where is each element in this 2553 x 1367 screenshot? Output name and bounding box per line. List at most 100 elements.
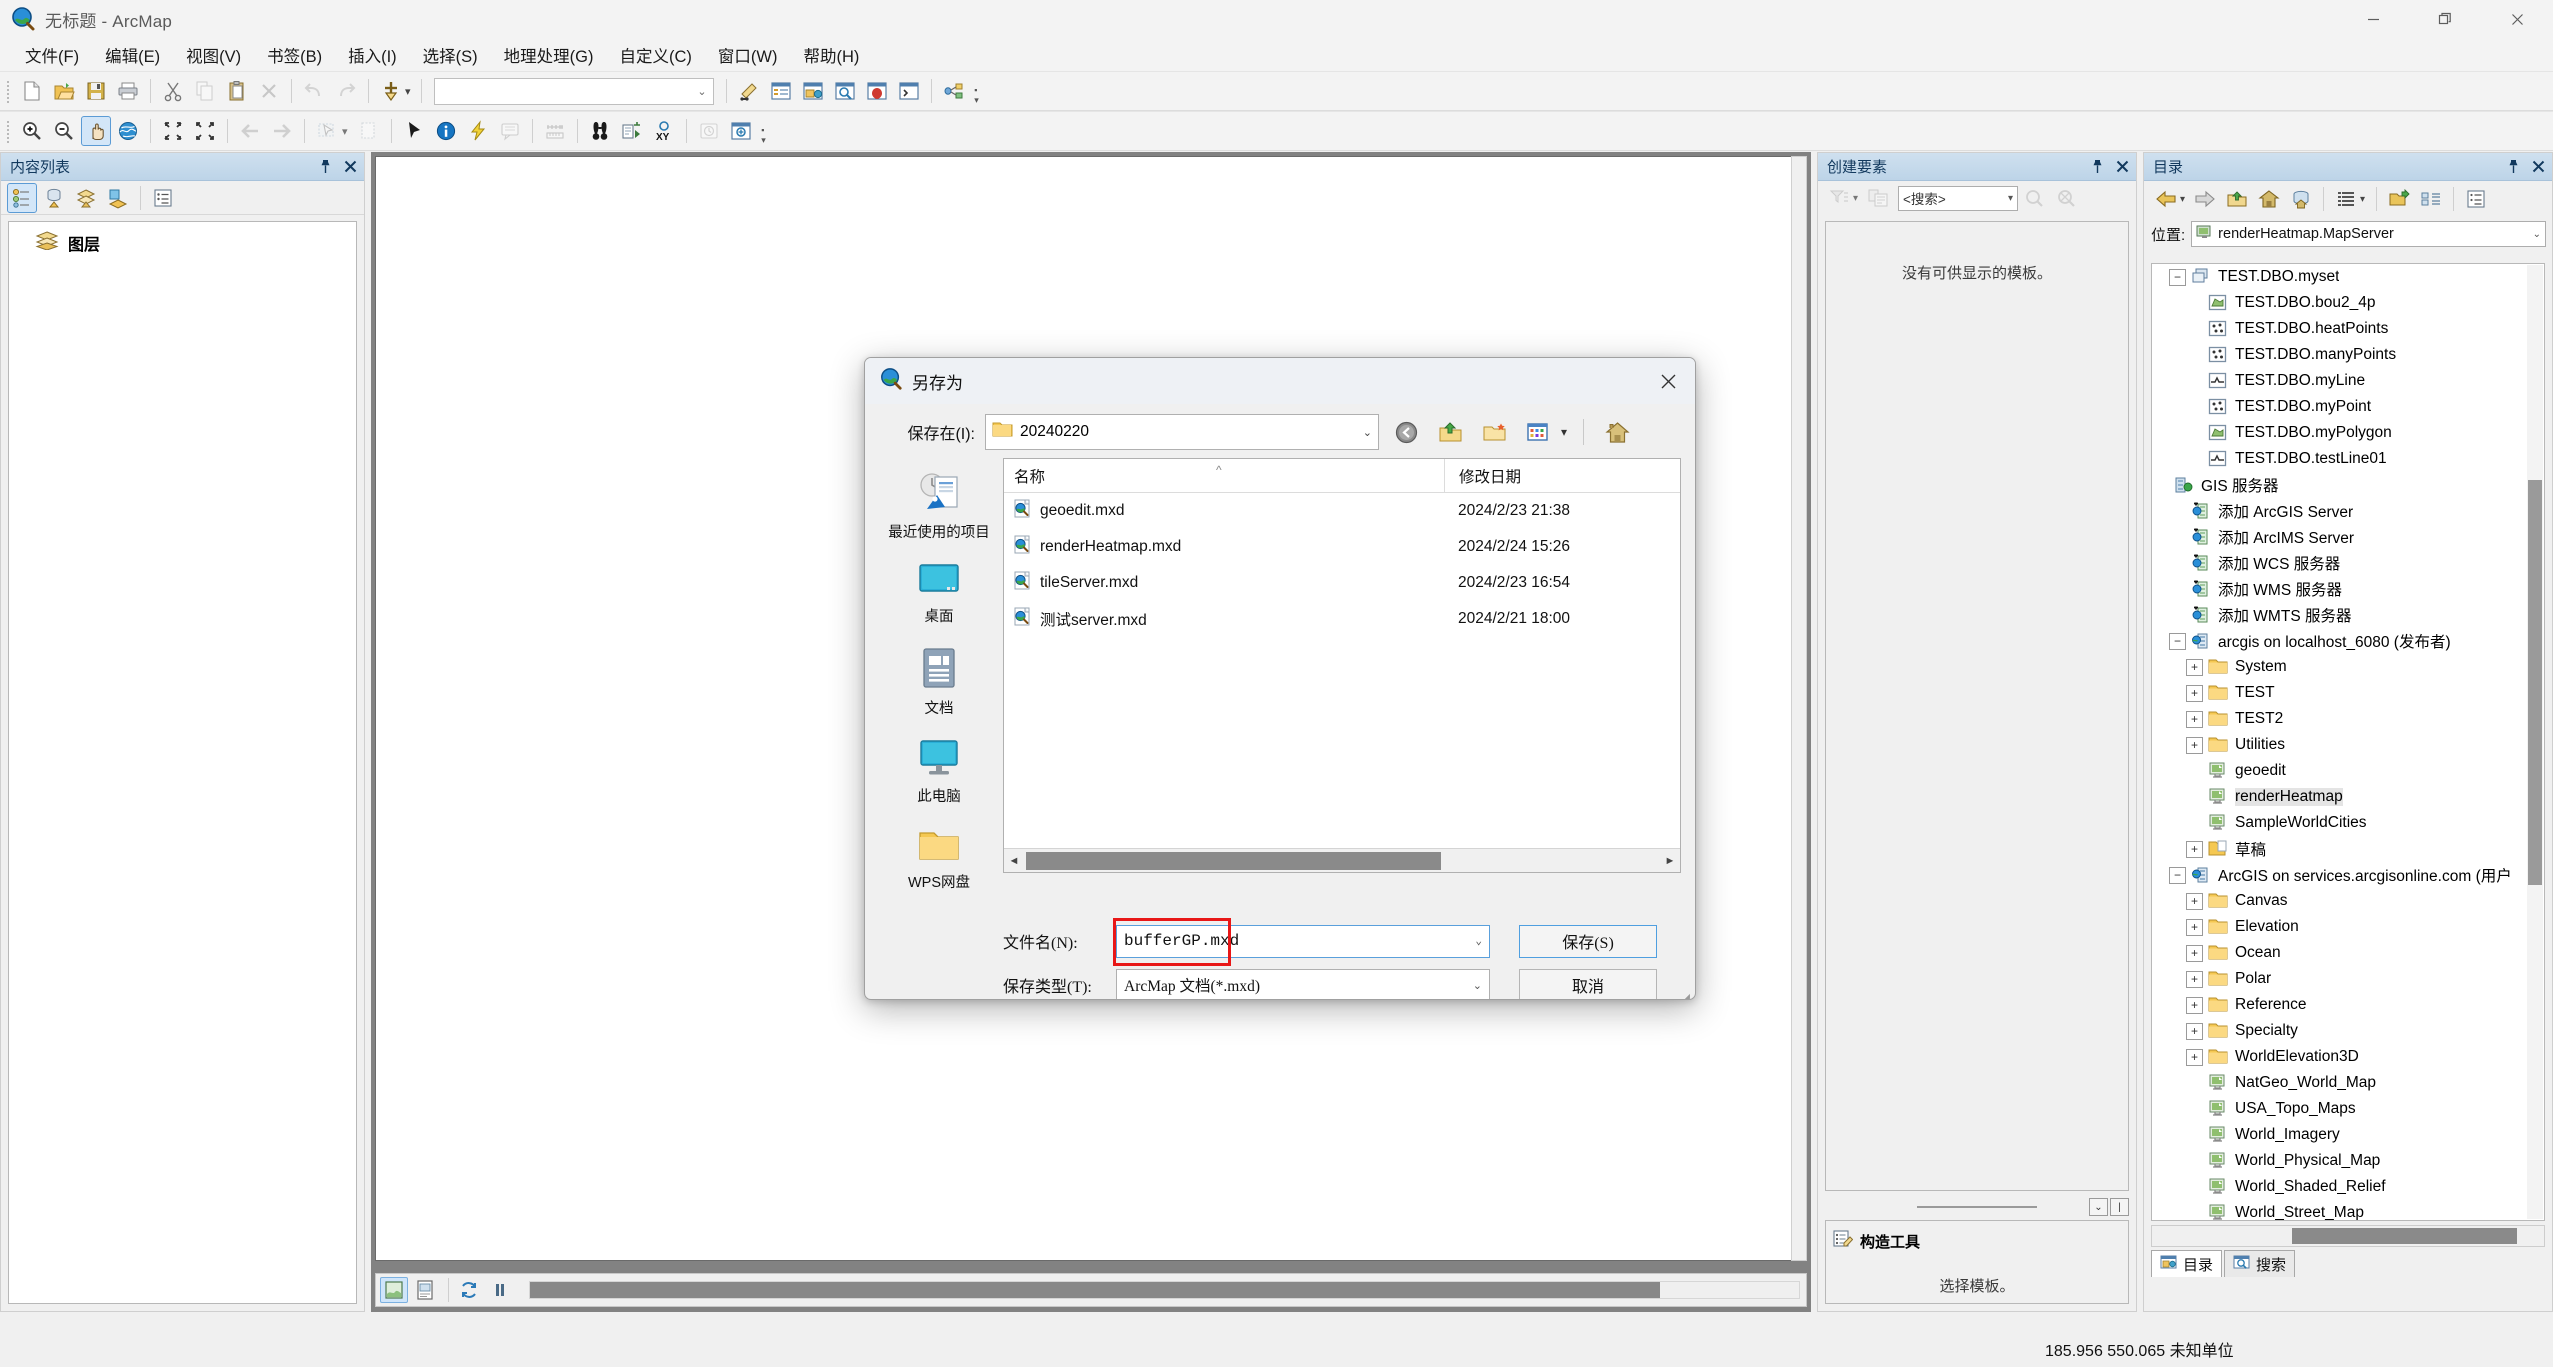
catalog-tree-item[interactable]: TEST.DBO.testLine01 xyxy=(2152,446,2544,472)
menu-view[interactable]: 视图(V) xyxy=(175,39,252,71)
create-new-folder-icon[interactable] xyxy=(1477,415,1511,449)
view-menu-dropdown-icon[interactable]: ▾ xyxy=(1561,425,1567,439)
catalog-close-icon[interactable] xyxy=(2530,158,2546,176)
place-this-pc[interactable]: 此电脑 xyxy=(879,734,999,811)
place-documents[interactable]: 文档 xyxy=(879,642,999,723)
resize-grip-icon[interactable]: ◢ xyxy=(1682,991,1690,1000)
standard-toolbar-overflow[interactable]: ▪▾ xyxy=(970,76,984,106)
list-by-visibility-icon[interactable] xyxy=(71,183,101,213)
up-one-level-icon[interactable] xyxy=(1433,415,1467,449)
clear-selection-icon[interactable] xyxy=(354,116,384,146)
tree-expander-plus-icon[interactable]: + xyxy=(2186,971,2203,988)
cancel-button[interactable]: 取消 xyxy=(1519,969,1657,1001)
menu-selection[interactable]: 选择(S) xyxy=(412,39,489,71)
close-button[interactable] xyxy=(2481,0,2553,38)
create-viewer-icon[interactable] xyxy=(726,116,756,146)
save-icon[interactable] xyxy=(81,76,111,106)
pan-icon[interactable] xyxy=(81,116,111,146)
file-list[interactable]: 名称 修改日期 ^ geoedit.mxd2024/2/23 21:38rend… xyxy=(1003,458,1681,873)
file-row[interactable]: tileServer.mxd2024/2/23 16:54 xyxy=(1004,565,1680,601)
catalog-tree-item[interactable]: TEST.DBO.manyPoints xyxy=(2152,342,2544,368)
catalog-tree-item[interactable]: 添加 WCS 服务器 xyxy=(2152,550,2544,576)
search-icon[interactable] xyxy=(830,76,860,106)
catalog-tree-item[interactable]: +TEST xyxy=(2152,680,2544,706)
item-description-icon[interactable] xyxy=(2461,184,2491,214)
catalog-tree-item[interactable]: 添加 WMTS 服务器 xyxy=(2152,602,2544,628)
catalog-tree-item[interactable]: +Canvas xyxy=(2152,888,2544,914)
tree-expander-plus-icon[interactable]: + xyxy=(2186,659,2203,676)
tree-expander-plus-icon[interactable]: + xyxy=(2186,711,2203,728)
tree-expander-plus-icon[interactable]: + xyxy=(2186,737,2203,754)
menu-file[interactable]: 文件(F) xyxy=(14,39,90,71)
toolbar-grip[interactable] xyxy=(4,78,13,104)
print-icon[interactable] xyxy=(113,76,143,106)
connect-folder-icon[interactable] xyxy=(2384,184,2414,214)
cut-icon[interactable] xyxy=(158,76,188,106)
catalog-tree-item[interactable]: +Specialty xyxy=(2152,1018,2544,1044)
catalog-tree-item[interactable]: +Reference xyxy=(2152,992,2544,1018)
save-button[interactable]: 保存(S) xyxy=(1519,925,1657,958)
catalog-tree-item[interactable]: 添加 ArcGIS Server xyxy=(2152,498,2544,524)
menu-geoprocessing[interactable]: 地理处理(G) xyxy=(493,39,605,71)
menu-edit[interactable]: 编辑(E) xyxy=(94,39,171,71)
tree-expander-plus-icon[interactable]: + xyxy=(2186,1049,2203,1066)
catalog-tree-vscrollbar[interactable] xyxy=(2527,265,2543,1219)
column-header-name[interactable]: 名称 xyxy=(1004,465,1444,487)
tree-expander-minus-icon[interactable]: − xyxy=(2169,633,2186,650)
catalog-hscroll-thumb[interactable] xyxy=(2292,1228,2517,1244)
catalog-tree-item[interactable]: −arcgis on localhost_6080 (发布者) xyxy=(2152,628,2544,654)
create-features-splitter[interactable]: ⌄ | xyxy=(1825,1196,2129,1218)
identify-icon[interactable] xyxy=(431,116,461,146)
catalog-tree-item[interactable]: World_Imagery xyxy=(2152,1122,2544,1148)
place-recent-items[interactable]: 最近使用的项目 xyxy=(879,466,999,547)
menu-window[interactable]: 窗口(W) xyxy=(707,39,789,71)
catalog-tree-item[interactable]: +Utilities xyxy=(2152,732,2544,758)
model-builder-icon[interactable] xyxy=(939,76,969,106)
time-slider-icon[interactable] xyxy=(694,116,724,146)
tree-expander-minus-icon[interactable]: − xyxy=(2169,867,2186,884)
default-geodatabase-icon[interactable] xyxy=(2286,184,2316,214)
scroll-left-arrow-icon[interactable]: ◄ xyxy=(1004,855,1024,867)
catalog-tree-item[interactable]: TEST.DBO.myLine xyxy=(2152,368,2544,394)
splitter-handle[interactable] xyxy=(1917,1206,2037,1208)
menu-help[interactable]: 帮助(H) xyxy=(792,39,870,71)
catalog-tree-item[interactable]: 添加 ArcIMS Server xyxy=(2152,524,2544,550)
copy-icon[interactable] xyxy=(190,76,220,106)
python-window-icon[interactable] xyxy=(894,76,924,106)
map-scale-combo[interactable]: ⌄ xyxy=(434,78,714,105)
fixed-zoom-in-icon[interactable] xyxy=(158,116,188,146)
tree-expander-plus-icon[interactable]: + xyxy=(2186,945,2203,962)
catalog-tree-item[interactable]: TEST.DBO.bou2_4p xyxy=(2152,290,2544,316)
catalog-tree-item[interactable]: World_Shaded_Relief xyxy=(2152,1174,2544,1200)
catalog-tree-item[interactable]: +Ocean xyxy=(2152,940,2544,966)
open-folder-icon[interactable] xyxy=(49,76,79,106)
zoom-out-icon[interactable] xyxy=(49,116,79,146)
catalog-tree-item[interactable]: TEST.DBO.myPoint xyxy=(2152,394,2544,420)
create-features-templates-list[interactable]: 没有可供显示的模板。 xyxy=(1825,221,2129,1191)
save-as-close-button[interactable] xyxy=(1645,359,1691,403)
catalog-tree-item[interactable]: +草稿 xyxy=(2152,836,2544,862)
tree-expander-plus-icon[interactable]: + xyxy=(2186,841,2203,858)
catalog-pin-icon[interactable] xyxy=(2505,158,2521,176)
tree-expander-plus-icon[interactable]: + xyxy=(2186,685,2203,702)
catalog-tree-item[interactable]: SampleWorldCities xyxy=(2152,810,2544,836)
catalog-tree-item[interactable]: +Polar xyxy=(2152,966,2544,992)
delete-icon[interactable] xyxy=(254,76,284,106)
undo-icon[interactable] xyxy=(299,76,329,106)
hyperlink-icon[interactable] xyxy=(463,116,493,146)
save-in-combo[interactable]: 20240220 ⌄ xyxy=(985,414,1379,450)
zoom-in-icon[interactable] xyxy=(17,116,47,146)
redo-icon[interactable] xyxy=(331,76,361,106)
list-by-drawing-order-icon[interactable] xyxy=(7,183,37,213)
collapse-chevron-icon[interactable]: ⌄ xyxy=(2089,1198,2108,1216)
catalog-tree[interactable]: −TEST.DBO.mysetTEST.DBO.bou2_4pTEST.DBO.… xyxy=(2151,263,2545,1221)
filename-input[interactable]: bufferGP.mxd ⌄ xyxy=(1116,925,1490,958)
arctoolbox-icon[interactable] xyxy=(862,76,892,106)
file-row[interactable]: geoedit.mxd2024/2/23 21:38 xyxy=(1004,493,1680,529)
search-go-icon[interactable] xyxy=(2019,183,2049,213)
catalog-tree-item[interactable]: +WorldElevation3D xyxy=(2152,1044,2544,1070)
create-features-close-icon[interactable] xyxy=(2114,158,2130,176)
paste-icon[interactable] xyxy=(222,76,252,106)
find-route-icon[interactable] xyxy=(617,116,647,146)
catalog-tab-catalog[interactable]: 目录 xyxy=(2151,1250,2222,1277)
